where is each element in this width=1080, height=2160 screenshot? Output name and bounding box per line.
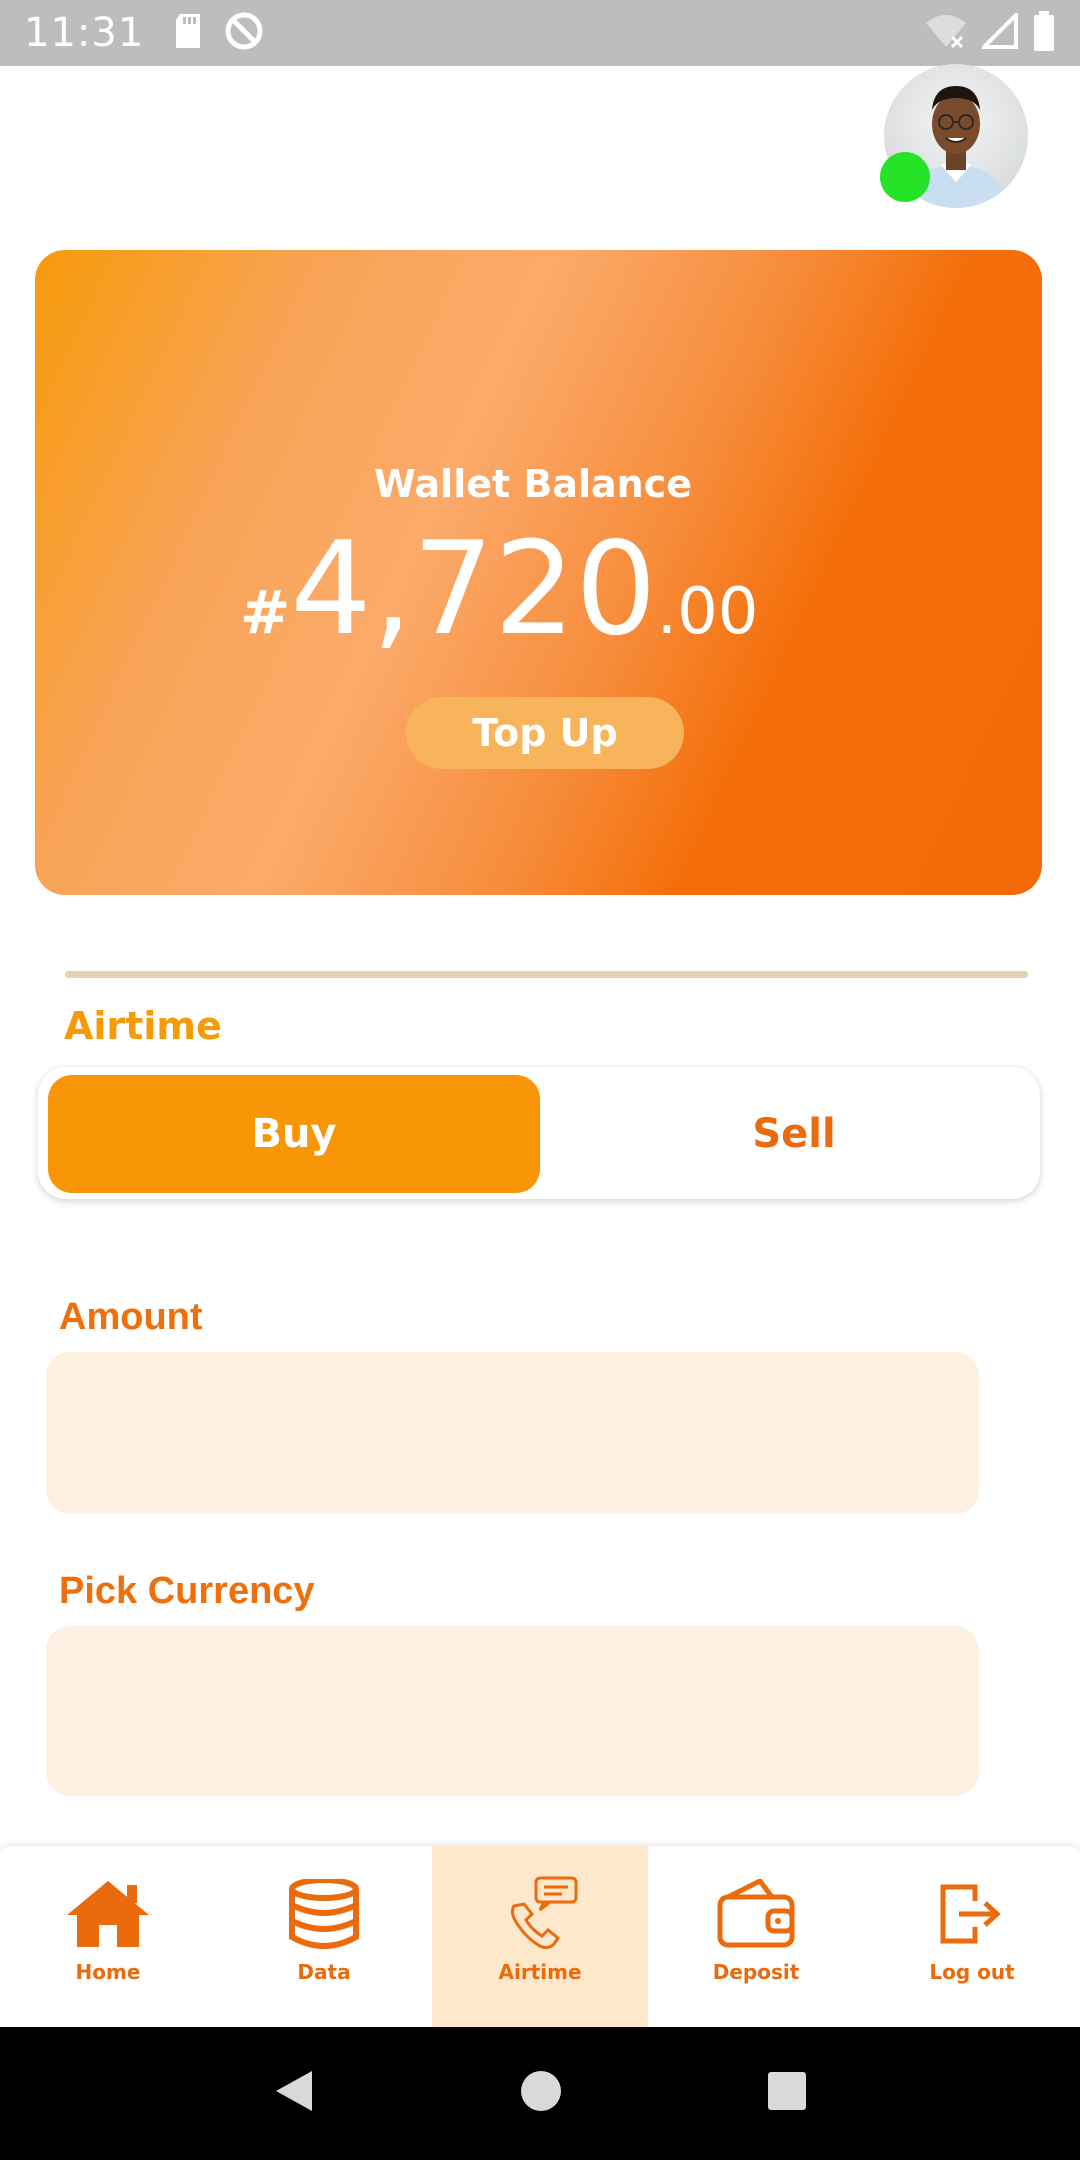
nav-label-logout: Log out xyxy=(929,1960,1015,1984)
system-navigation-bar xyxy=(0,2027,1080,2160)
airtime-section-title: Airtime xyxy=(64,1004,222,1048)
home-icon xyxy=(63,1874,153,1954)
status-right-icons xyxy=(924,9,1056,56)
sd-card-icon xyxy=(174,13,202,53)
section-divider xyxy=(65,971,1028,978)
nav-label-home: Home xyxy=(75,1960,141,1984)
balance-main: 4,720 xyxy=(290,515,657,664)
bottom-navigation: Home Data Airtime Deposit Log out xyxy=(0,1845,1080,2028)
nav-item-data[interactable]: Data xyxy=(216,1846,432,2028)
phone-message-icon xyxy=(495,1874,585,1954)
wallet-icon xyxy=(711,1874,801,1954)
wallet-balance-amount: #4,720.00 xyxy=(240,515,840,664)
logout-icon xyxy=(927,1874,1017,1954)
wallet-balance-title: Wallet Balance xyxy=(373,462,693,506)
online-status-dot xyxy=(880,152,930,202)
nav-label-deposit: Deposit xyxy=(712,1960,800,1984)
currency-picker[interactable] xyxy=(46,1626,979,1796)
nav-label-airtime: Airtime xyxy=(498,1960,582,1984)
currency-label: Pick Currency xyxy=(59,1570,315,1612)
home-circle-icon[interactable] xyxy=(519,2069,563,2118)
status-left-icons xyxy=(174,11,264,56)
amount-input[interactable] xyxy=(46,1352,979,1514)
amount-label: Amount xyxy=(59,1296,203,1338)
nav-item-logout[interactable]: Log out xyxy=(864,1846,1080,2028)
status-bar: 11:31 xyxy=(0,0,1080,66)
currency-symbol: # xyxy=(240,578,291,648)
balance-decimal: .00 xyxy=(656,575,759,649)
status-time: 11:31 xyxy=(24,10,145,56)
battery-icon xyxy=(1032,10,1056,56)
do-not-disturb-icon xyxy=(224,11,264,56)
nav-item-airtime[interactable]: Airtime xyxy=(432,1846,648,2028)
recents-square-icon[interactable] xyxy=(766,2070,808,2117)
buy-sell-toggle: Buy Sell xyxy=(38,1067,1040,1199)
wifi-off-icon xyxy=(924,13,968,54)
top-up-button[interactable]: Top Up xyxy=(406,697,684,769)
nav-label-data: Data xyxy=(297,1960,351,1984)
nav-item-home[interactable]: Home xyxy=(0,1846,216,2028)
database-icon xyxy=(279,1874,369,1954)
back-icon[interactable] xyxy=(272,2067,316,2120)
tab-sell[interactable]: Sell xyxy=(558,1075,1030,1193)
nav-item-deposit[interactable]: Deposit xyxy=(648,1846,864,2028)
tab-buy[interactable]: Buy xyxy=(48,1075,540,1193)
signal-icon xyxy=(979,9,1018,54)
